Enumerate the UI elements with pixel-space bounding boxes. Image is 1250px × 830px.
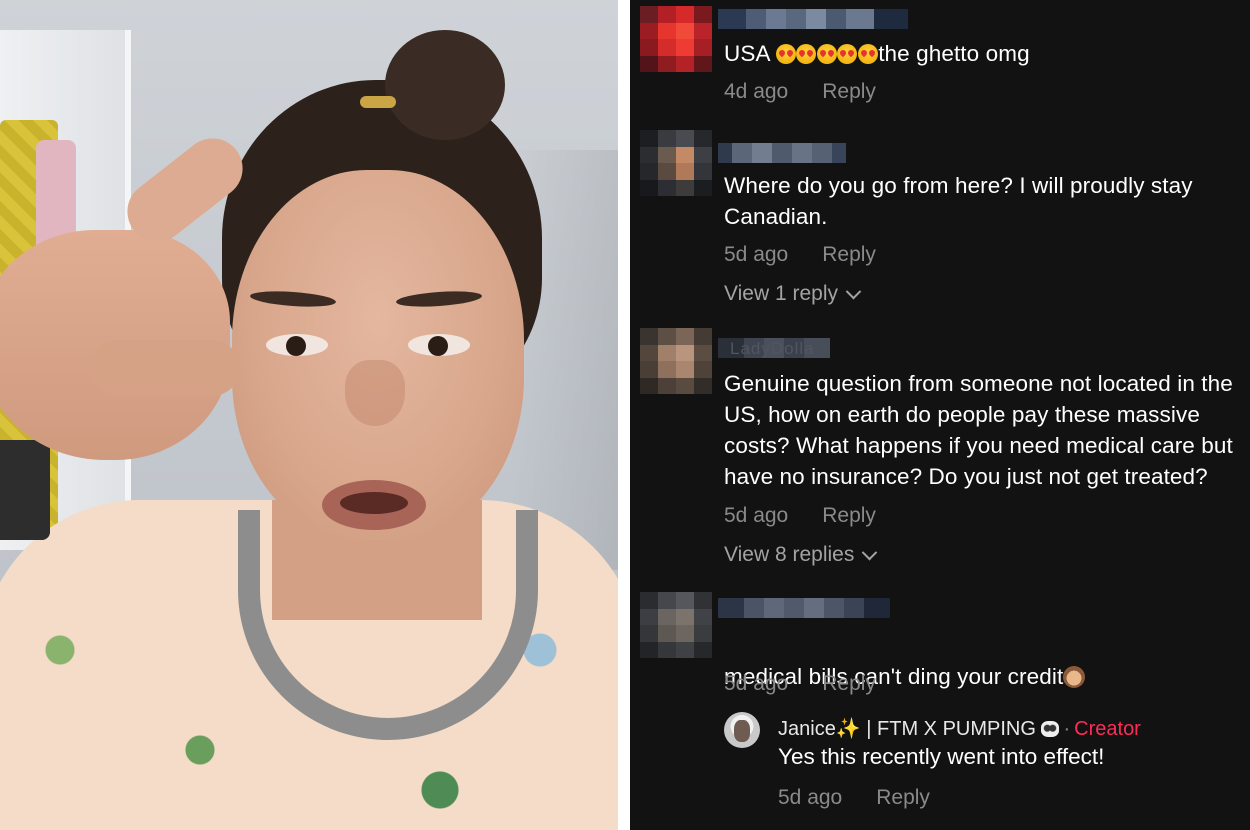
creator-name-suffix: | FTM X PUMPING (860, 718, 1042, 740)
comment-meta: 5d ago Reply (724, 504, 876, 528)
comment-text: Genuine question from someone not locate… (724, 371, 1233, 489)
view-replies-button[interactable]: View 1 reply (724, 282, 862, 306)
comment-timestamp: 4d ago (724, 80, 789, 103)
reply-timestamp: 5d ago (778, 786, 843, 809)
comment-timestamp: 5d ago (724, 243, 789, 266)
username-pixelated[interactable] (718, 9, 908, 29)
comments-panel: USA the ghetto omg 4d ago Reply Where do… (630, 0, 1250, 830)
comment-text: Where do you go from here? I will proudl… (724, 173, 1193, 229)
comment-timestamp: 5d ago (724, 504, 789, 527)
creator-badge: Creator (1074, 718, 1141, 740)
hair-bun (385, 30, 505, 140)
view-replies-label: View 1 reply (724, 282, 839, 305)
comment-text: USA the ghetto omg (724, 41, 1030, 66)
video-frame[interactable] (0, 0, 618, 830)
reply-header: Janice✨ | FTM X PUMPING · Creator (778, 716, 1141, 741)
avatar-pixelated[interactable] (640, 130, 712, 196)
username-pixelated[interactable] (718, 143, 846, 163)
reply-button[interactable]: Reply (876, 786, 930, 810)
comment-meta: 5d ago Reply (724, 243, 876, 267)
comment-timestamp: 5d ago (724, 672, 789, 695)
sparkle-icon: ✨ (835, 718, 861, 740)
nose (345, 360, 405, 426)
chevron-down-icon (845, 283, 862, 299)
comment-meta: 4d ago Reply (724, 80, 876, 104)
comment-meta: 5d ago Reply (724, 672, 876, 696)
panel-divider (618, 0, 630, 830)
reply-text: Yes this recently went into effect! (778, 744, 1105, 769)
view-replies-label: View 8 replies (724, 543, 855, 566)
see-no-evil-monkey-icon (1063, 666, 1086, 688)
mouth (322, 480, 426, 530)
creator-avatar[interactable] (724, 712, 760, 748)
creator-name[interactable]: Janice (778, 718, 836, 740)
left-eye (266, 334, 328, 356)
reply-button[interactable]: Reply (822, 243, 876, 267)
reply-button[interactable]: Reply (822, 80, 876, 104)
reply-button[interactable]: Reply (822, 504, 876, 528)
hair-tie (360, 96, 396, 108)
reply-button[interactable]: Reply (822, 672, 876, 696)
reply-meta: 5d ago Reply (778, 786, 930, 810)
username-fragment: LadyDolla (730, 339, 815, 358)
chevron-down-icon (862, 544, 878, 560)
separator-dot: · (1063, 718, 1071, 740)
view-replies-button[interactable]: View 8 replies (724, 543, 878, 567)
username-pixelated[interactable] (718, 598, 890, 618)
heart-eyes-emoji-icon (775, 41, 879, 66)
thumb (90, 340, 240, 396)
avatar-pixelated[interactable] (640, 6, 712, 72)
avatar-pixelated[interactable] (640, 328, 712, 394)
dark-sleeve (0, 440, 50, 540)
avatar-pixelated[interactable] (640, 592, 712, 658)
screenshot-frame: USA the ghetto omg 4d ago Reply Where do… (0, 0, 1250, 830)
right-eye (408, 334, 470, 356)
cow-icon (1041, 721, 1060, 737)
